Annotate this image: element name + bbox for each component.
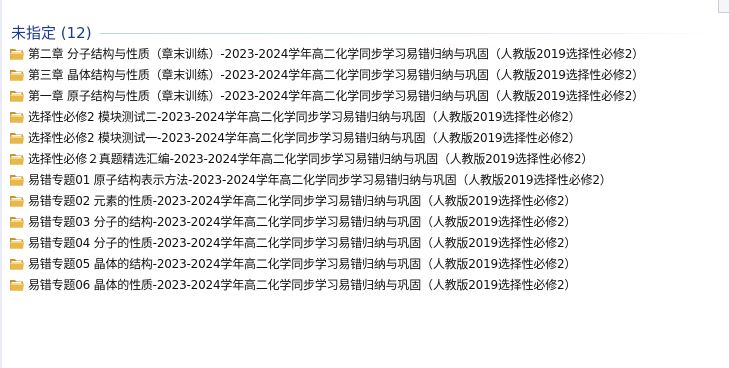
file-name: 易错专题04 分子的性质-2023-2024学年高二化学同步学习易错归纳与巩固（… [28,236,577,250]
folder-icon [10,174,24,186]
file-name: 选择性必修2 模块测试一-2023-2024学年高二化学同步学习易错归纳与巩固（… [28,131,581,145]
list-item[interactable]: 易错专题01 原子结构表示方法-2023-2024学年高二化学同步学习易错归纳与… [8,169,644,190]
list-item[interactable]: 易错专题04 分子的性质-2023-2024学年高二化学同步学习易错归纳与巩固（… [8,232,644,253]
list-item[interactable]: 易错专题06 晶体的性质-2023-2024学年高二化学同步学习易错归纳与巩固（… [8,274,644,295]
list-item[interactable]: 易错专题02 元素的性质-2023-2024学年高二化学同步学习易错归纳与巩固（… [8,190,644,211]
list-item[interactable]: 选择性必修2 模块测试二-2023-2024学年高二化学同步学习易错归纳与巩固（… [8,106,644,127]
folder-icon [10,258,24,270]
folder-icon [10,279,24,291]
file-name: 易错专题02 元素的性质-2023-2024学年高二化学同步学习易错归纳与巩固（… [28,194,577,208]
group-title: 未指定 (12) [11,23,92,42]
group-header[interactable]: 未指定 (12) [11,20,721,44]
file-name: 第一章 原子结构与性质（章末训练）-2023-2024学年高二化学同步学习易错归… [28,89,644,103]
file-name: 易错专题01 原子结构表示方法-2023-2024学年高二化学同步学习易错归纳与… [28,173,612,187]
folder-icon [10,132,24,144]
window-left-edge [0,0,2,368]
scrollbar-corner[interactable] [718,0,729,13]
file-name: 易错专题03 分子的结构-2023-2024学年高二化学同步学习易错归纳与巩固（… [28,215,577,229]
file-name: 第三章 晶体结构与性质（章末训练）-2023-2024学年高二化学同步学习易错归… [28,68,644,82]
list-item[interactable]: 第二章 分子结构与性质（章末训练）-2023-2024学年高二化学同步学习易错归… [8,43,644,64]
list-item[interactable]: 第一章 原子结构与性质（章末训练）-2023-2024学年高二化学同步学习易错归… [8,85,644,106]
file-name: 易错专题05 晶体的结构-2023-2024学年高二化学同步学习易错归纳与巩固（… [28,257,577,271]
folder-icon [10,216,24,228]
folder-icon [10,69,24,81]
file-name: 选择性必修２真题精选汇编-2023-2024学年高二化学同步学习易错归纳与巩固（… [28,152,594,166]
list-item[interactable]: 易错专题03 分子的结构-2023-2024学年高二化学同步学习易错归纳与巩固（… [8,211,644,232]
list-item[interactable]: 选择性必修2 模块测试一-2023-2024学年高二化学同步学习易错归纳与巩固（… [8,127,644,148]
list-item[interactable]: 第三章 晶体结构与性质（章末训练）-2023-2024学年高二化学同步学习易错归… [8,64,644,85]
folder-icon [10,111,24,123]
folder-icon [10,48,24,60]
file-name: 选择性必修2 模块测试二-2023-2024学年高二化学同步学习易错归纳与巩固（… [28,110,581,124]
file-name: 第二章 分子结构与性质（章末训练）-2023-2024学年高二化学同步学习易错归… [28,47,644,61]
list-item[interactable]: 易错专题05 晶体的结构-2023-2024学年高二化学同步学习易错归纳与巩固（… [8,253,644,274]
folder-icon [10,237,24,249]
list-item[interactable]: 选择性必修２真题精选汇编-2023-2024学年高二化学同步学习易错归纳与巩固（… [8,148,644,169]
file-list: 第二章 分子结构与性质（章末训练）-2023-2024学年高二化学同步学习易错归… [8,43,644,295]
group-divider [99,32,721,34]
file-name: 易错专题06 晶体的性质-2023-2024学年高二化学同步学习易错归纳与巩固（… [28,278,577,292]
folder-icon [10,195,24,207]
folder-icon [10,153,24,165]
folder-icon [10,90,24,102]
